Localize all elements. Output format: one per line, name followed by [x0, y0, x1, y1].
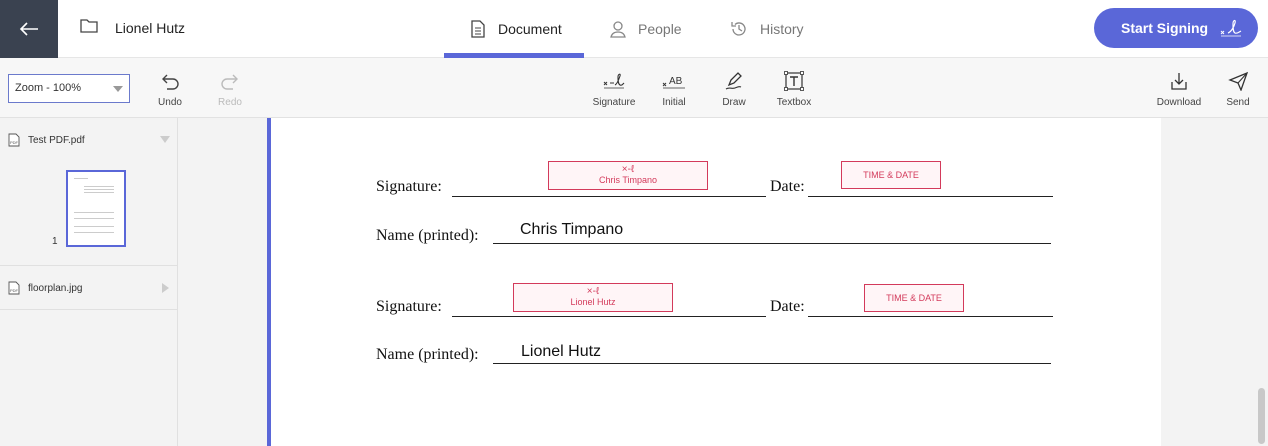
- signature-icon: [1220, 19, 1242, 37]
- chevron-down-icon: [113, 86, 123, 92]
- tab-document-label: Document: [498, 21, 562, 37]
- document-icon: [471, 20, 485, 38]
- zoom-select[interactable]: Zoom - 100%: [8, 74, 130, 103]
- download-label: Download: [1156, 97, 1202, 108]
- signature-line-label: Signature:: [376, 298, 442, 315]
- textbox-tool-button[interactable]: Textbox: [764, 68, 824, 108]
- date-field-label: TIME & DATE: [863, 170, 919, 180]
- redo-icon: [221, 74, 238, 90]
- top-bar: Lionel Hutz Document People History Star…: [0, 0, 1268, 58]
- signature-field-name: Chris Timpano: [598, 175, 658, 185]
- redo-label: Redo: [218, 97, 242, 108]
- name-underline: [493, 363, 1051, 364]
- signature-tool-button[interactable]: Signature: [584, 68, 644, 108]
- page-number: 1: [52, 236, 58, 247]
- signature-underline: [452, 316, 766, 317]
- svg-text:PDF: PDF: [10, 288, 19, 293]
- tab-history[interactable]: History: [730, 0, 804, 58]
- pdf-file-icon: PDF: [8, 133, 20, 147]
- send-label: Send: [1226, 97, 1250, 108]
- file-sidebar: PDF Test PDF.pdf 1 PDF floorplan.jpg: [0, 118, 178, 446]
- draw-tool-label: Draw: [722, 97, 746, 108]
- tab-history-label: History: [760, 21, 804, 37]
- date-line-label: Date:: [770, 178, 805, 195]
- history-icon: [731, 22, 746, 36]
- chevron-down-icon[interactable]: [160, 136, 170, 144]
- date-line-label: Date:: [770, 298, 805, 315]
- signature-field[interactable]: ×-ℓ Chris Timpano: [548, 161, 708, 190]
- pen-icon: [725, 72, 742, 90]
- printed-name[interactable]: Lionel Hutz: [521, 343, 601, 361]
- chevron-right-icon[interactable]: [162, 283, 170, 293]
- name-line-label: Name (printed):: [376, 227, 479, 244]
- name-line-label: Name (printed):: [376, 346, 479, 363]
- date-field-label: TIME & DATE: [886, 293, 942, 303]
- printed-name[interactable]: Chris Timpano: [520, 221, 623, 239]
- toolbar: Zoom - 100% Undo Redo Signature AB Initi…: [0, 58, 1268, 118]
- date-underline: [808, 196, 1053, 197]
- undo-button[interactable]: Undo: [140, 68, 200, 108]
- initial-tool-label: Initial: [662, 97, 686, 108]
- initial-tool-button[interactable]: AB Initial: [644, 68, 704, 108]
- vertical-scrollbar[interactable]: [1258, 388, 1265, 444]
- send-icon: [1228, 71, 1248, 91]
- undo-label: Undo: [158, 97, 182, 108]
- zoom-value: Zoom - 100%: [15, 82, 82, 94]
- page-thumbnail[interactable]: [66, 170, 126, 247]
- start-signing-label: Start Signing: [1121, 20, 1209, 36]
- file-name: Test PDF.pdf: [28, 134, 85, 146]
- download-button[interactable]: Download: [1149, 68, 1209, 108]
- divider: [0, 265, 178, 266]
- start-signing-button[interactable]: Start Signing: [1094, 8, 1258, 48]
- draw-tool-button[interactable]: Draw: [704, 68, 764, 108]
- tab-people-label: People: [638, 21, 682, 37]
- signature-line-label: Signature:: [376, 178, 442, 195]
- svg-text:PDF: PDF: [10, 140, 19, 145]
- date-field[interactable]: TIME & DATE: [864, 284, 964, 312]
- document-page: Signature: ×-ℓ Chris Timpano Date: TIME …: [271, 118, 1161, 446]
- tab-people[interactable]: People: [610, 0, 682, 58]
- signature-tool-label: Signature: [592, 97, 636, 108]
- svg-text:AB: AB: [669, 76, 683, 87]
- textbox-icon: [784, 71, 804, 91]
- file-item-floorplan[interactable]: PDF floorplan.jpg: [0, 273, 178, 303]
- download-icon: [1171, 73, 1187, 90]
- file-name: floorplan.jpg: [28, 282, 83, 294]
- tab-document[interactable]: Document: [470, 0, 562, 58]
- signature-underline: [452, 196, 766, 197]
- document-title: Lionel Hutz: [115, 20, 186, 36]
- redo-button[interactable]: Redo: [200, 68, 260, 108]
- pdf-file-icon: PDF: [8, 281, 20, 295]
- back-button[interactable]: [0, 0, 58, 58]
- name-underline: [493, 243, 1051, 244]
- undo-icon: [162, 74, 179, 90]
- date-field[interactable]: TIME & DATE: [841, 161, 941, 189]
- arrow-left-icon: [19, 22, 38, 36]
- signature-icon: [603, 73, 625, 89]
- date-underline: [808, 316, 1053, 317]
- signature-field[interactable]: ×-ℓ Lionel Hutz: [513, 283, 673, 312]
- initial-icon: AB: [662, 76, 685, 89]
- signature-icon: ×-ℓ: [621, 164, 635, 175]
- textbox-tool-label: Textbox: [776, 97, 812, 108]
- person-icon: [610, 21, 626, 38]
- signature-field-name: Lionel Hutz: [570, 297, 616, 307]
- divider: [0, 309, 178, 310]
- send-button[interactable]: Send: [1208, 68, 1268, 108]
- signature-icon: ×-ℓ: [586, 286, 600, 297]
- folder-icon: [80, 19, 98, 33]
- file-item-test-pdf[interactable]: PDF Test PDF.pdf: [0, 125, 178, 155]
